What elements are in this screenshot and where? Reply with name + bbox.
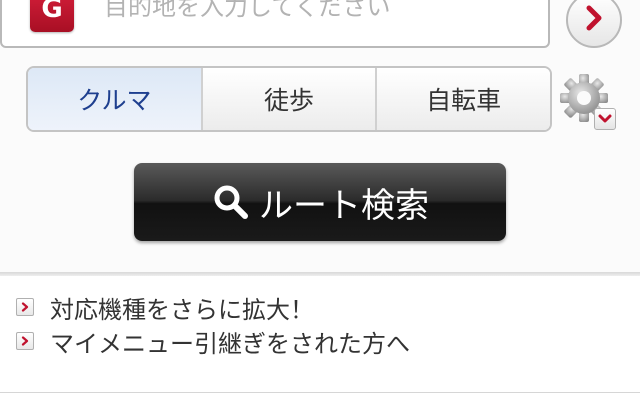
- route-search-button[interactable]: ルート検索: [134, 163, 506, 241]
- link-label: マイメニュー引継ぎをされた方へ: [50, 329, 410, 358]
- link-expanded-devices[interactable]: 対応機種をさらに拡大！: [0, 290, 640, 324]
- tab-walk[interactable]: 徒歩: [200, 68, 376, 130]
- tab-bicycle[interactable]: 自転車: [375, 68, 550, 130]
- bottom-divider: [0, 392, 640, 393]
- search-panel: G クルマ 徒歩 自転車: [0, 0, 640, 272]
- chevron-right-icon: [583, 5, 605, 35]
- info-link-list: 対応機種をさらに拡大！ マイメニュー引継ぎをされた方へ: [0, 290, 640, 358]
- arrow-right-icon: [16, 332, 34, 350]
- travel-mode-tabs: クルマ 徒歩 自転車: [26, 66, 552, 132]
- settings-button[interactable]: [558, 70, 620, 134]
- destination-field[interactable]: G: [0, 0, 550, 48]
- go-button[interactable]: [566, 0, 622, 48]
- arrow-right-icon: [16, 298, 34, 316]
- section-divider: [0, 272, 640, 276]
- search-icon: [211, 182, 251, 222]
- route-search-label: ルート検索: [259, 185, 429, 226]
- chevron-down-icon: [594, 108, 616, 130]
- link-label: 対応機種をさらに拡大！: [50, 295, 314, 324]
- link-mymenu-transfer[interactable]: マイメニュー引継ぎをされた方へ: [0, 324, 640, 358]
- destination-input[interactable]: [104, 0, 544, 22]
- tab-car[interactable]: クルマ: [28, 68, 201, 130]
- goal-icon: G: [30, 0, 74, 32]
